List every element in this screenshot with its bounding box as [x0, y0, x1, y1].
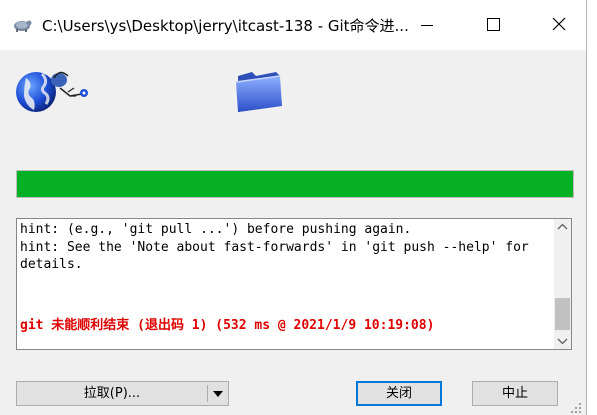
maximize-button[interactable] — [470, 0, 516, 50]
minimize-button[interactable] — [404, 0, 450, 50]
local-folder-icon — [235, 72, 282, 112]
progress-bar — [16, 170, 574, 198]
error-message: git 未能顺利结束 (退出码 1) (532 ms @ 2021/1/9 10… — [20, 318, 435, 333]
vertical-scrollbar[interactable] — [554, 219, 571, 349]
close-button[interactable]: 关闭 — [356, 381, 442, 406]
resize-grip-icon[interactable] — [570, 402, 582, 414]
pull-button[interactable]: 拉取(P)... — [16, 381, 229, 406]
close-icon — [552, 17, 566, 31]
title-bar[interactable]: C:\Users\ys\Desktop\jerry\itcast-138 - G… — [0, 0, 586, 50]
maximize-icon — [487, 18, 500, 31]
scroll-thumb[interactable] — [555, 298, 570, 330]
log-line: hint: (e.g., 'git pull ...') before push… — [20, 222, 412, 237]
tortoisegit-icon — [14, 20, 32, 32]
window-title: C:\Users\ys\Desktop\jerry\itcast-138 - G… — [42, 17, 409, 35]
log-line: details. — [20, 257, 83, 272]
scroll-up-icon[interactable] — [554, 219, 571, 236]
scroll-down-icon[interactable] — [554, 332, 571, 349]
close-window-button[interactable] — [536, 0, 582, 50]
split-divider — [207, 385, 208, 402]
output-log[interactable]: hint: (e.g., 'git pull ...') before push… — [16, 218, 572, 350]
abort-button[interactable]: 中止 — [472, 381, 558, 406]
log-line: hint: See the 'Note about fast-forwards'… — [20, 239, 529, 255]
pull-button-label: 拉取(P)... — [83, 386, 141, 401]
git-progress-dialog: C:\Users\ys\Desktop\jerry\itcast-138 - G… — [0, 0, 587, 415]
remote-globe-icon — [16, 71, 88, 112]
dropdown-arrow-icon[interactable] — [213, 391, 223, 397]
minimize-icon — [421, 25, 433, 26]
progress-fill — [17, 171, 573, 197]
